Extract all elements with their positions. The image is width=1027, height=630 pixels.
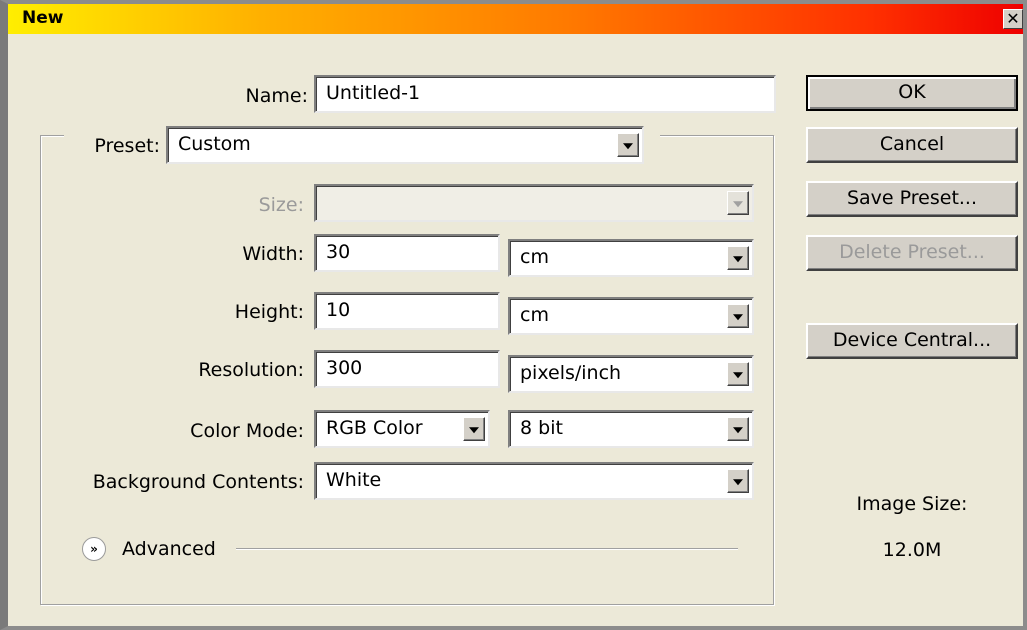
color-mode-value: RGB Color — [326, 417, 423, 439]
ok-button[interactable]: OK — [806, 75, 1018, 111]
close-icon[interactable]: ✕ — [1003, 9, 1023, 29]
image-size-value: 12.0M — [882, 539, 942, 561]
chevron-down-icon[interactable] — [727, 246, 749, 270]
resolution-unit-select[interactable]: pixels/inch — [508, 355, 754, 393]
save-preset-button[interactable]: Save Preset... — [806, 181, 1018, 217]
height-input[interactable]: 10 — [314, 292, 500, 330]
chevron-down-icon[interactable] — [727, 304, 749, 328]
title-bar[interactable]: New ✕ — [8, 4, 1023, 34]
chevron-down-icon[interactable] — [727, 417, 749, 441]
height-label: Height: — [234, 301, 304, 323]
dialog-title: New — [22, 8, 64, 28]
name-label: Name: — [245, 85, 308, 107]
delete-preset-button: Delete Preset... — [806, 235, 1018, 271]
color-mode-label: Color Mode: — [190, 420, 304, 442]
background-contents-label: Background Contents: — [92, 471, 304, 493]
resolution-label: Resolution: — [198, 359, 304, 381]
advanced-label[interactable]: Advanced — [122, 538, 216, 560]
preset-label: Preset: — [94, 135, 160, 157]
height-unit-value: cm — [520, 304, 549, 326]
chevron-down-icon[interactable] — [727, 469, 749, 493]
width-unit-value: cm — [520, 246, 549, 268]
width-unit-select[interactable]: cm — [508, 239, 754, 277]
background-contents-select[interactable]: White — [314, 462, 754, 500]
resolution-unit-value: pixels/inch — [520, 362, 622, 384]
bit-depth-select[interactable]: 8 bit — [508, 410, 754, 448]
chevron-down-icon[interactable] — [727, 362, 749, 386]
width-input[interactable]: 30 — [314, 234, 500, 272]
resolution-input[interactable]: 300 — [314, 350, 500, 388]
chevron-down-icon[interactable] — [617, 133, 639, 157]
advanced-divider — [236, 548, 738, 550]
bit-depth-value: 8 bit — [520, 417, 563, 439]
background-contents-value: White — [326, 469, 382, 491]
chevron-down-icon — [727, 191, 749, 215]
size-select — [314, 184, 754, 222]
height-unit-select[interactable]: cm — [508, 297, 754, 335]
expand-advanced-icon[interactable]: » — [82, 537, 106, 561]
device-central-button[interactable]: Device Central... — [806, 323, 1018, 359]
width-label: Width: — [242, 243, 304, 265]
image-size-label: Image Size: — [856, 493, 968, 515]
chevron-down-icon[interactable] — [463, 417, 485, 441]
preset-select-value: Custom — [178, 133, 251, 155]
cancel-button[interactable]: Cancel — [806, 127, 1018, 163]
preset-select[interactable]: Custom — [166, 126, 644, 164]
name-input[interactable]: Untitled-1 — [314, 75, 776, 113]
color-mode-select[interactable]: RGB Color — [314, 410, 490, 448]
size-label: Size: — [258, 194, 304, 216]
